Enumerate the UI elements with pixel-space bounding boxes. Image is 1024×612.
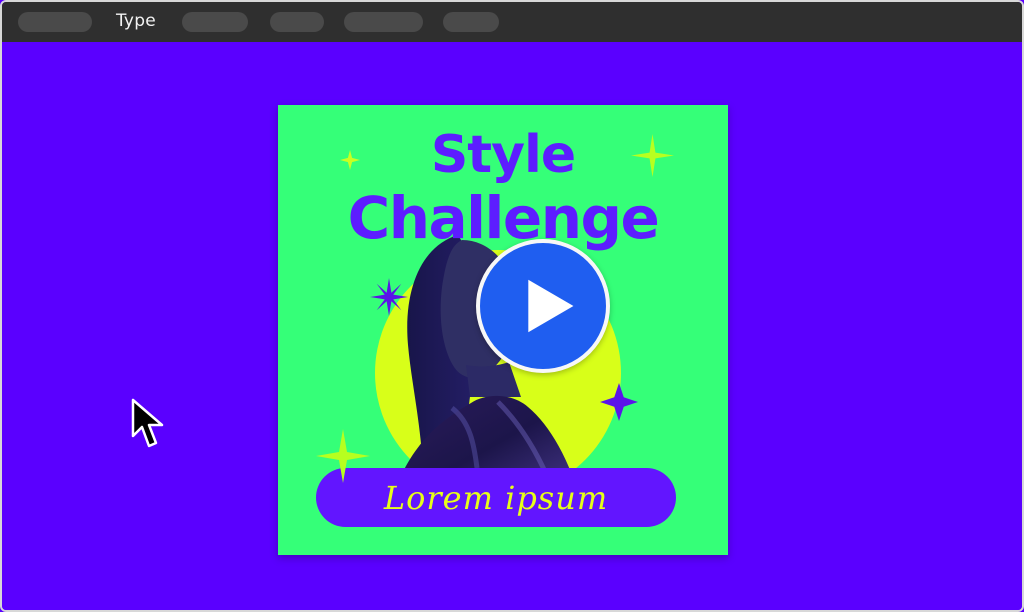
sparkle-icon — [340, 150, 360, 170]
sparkle-icon — [600, 383, 638, 421]
headline-line-2: Challenge — [347, 184, 660, 252]
toolbar-pill-4[interactable] — [344, 12, 423, 32]
toolbar-pill-2[interactable] — [182, 12, 248, 32]
cursor-icon — [131, 398, 164, 448]
toolbar-type-label[interactable]: Type — [116, 11, 156, 31]
caption-lozenge: Lorem ipsum — [316, 468, 676, 527]
sparkle-icon — [370, 278, 408, 316]
toolbar-pill-1[interactable] — [18, 12, 92, 32]
toolbar-pill-5[interactable] — [443, 12, 499, 32]
play-icon — [528, 279, 574, 333]
top-toolbar: Type — [2, 2, 1022, 42]
play-button[interactable] — [476, 239, 610, 373]
window-frame: Type Style Challenge Lorem ipsum — [0, 0, 1024, 612]
toolbar-pill-3[interactable] — [270, 12, 324, 32]
sparkle-icon — [631, 134, 674, 177]
sparkle-icon — [316, 429, 370, 483]
